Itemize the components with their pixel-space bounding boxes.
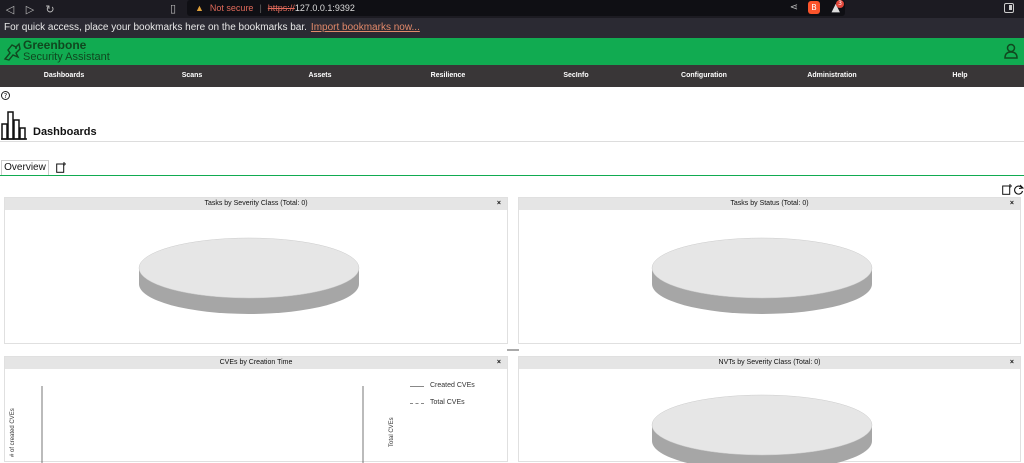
- pie-slice-empty: [651, 237, 873, 299]
- pie-chart: [651, 394, 873, 463]
- close-icon[interactable]: ×: [497, 198, 501, 210]
- panel-header[interactable]: CVEs by Creation Time ×: [5, 357, 507, 369]
- brand-subtitle: Security Assistant: [23, 51, 110, 63]
- panel-title: Tasks by Status (Total: 0): [730, 200, 809, 207]
- not-secure-label[interactable]: Not secure: [210, 3, 254, 13]
- panel-title: Tasks by Severity Class (Total: 0): [204, 200, 308, 207]
- bookmarks-message: For quick access, place your bookmarks h…: [4, 22, 307, 33]
- panel-nvts-by-severity: NVTs by Severity Class (Total: 0) ×: [518, 356, 1021, 463]
- panel-title: CVEs by Creation Time: [219, 359, 293, 366]
- menu-assets[interactable]: Assets: [256, 65, 384, 87]
- app-header: Greenbone Security Assistant: [0, 38, 1024, 65]
- dashboard-icon: [1, 111, 27, 140]
- greenbone-logo-icon[interactable]: [2, 41, 22, 62]
- brave-shield-icon[interactable]: B: [808, 1, 820, 14]
- forward-icon[interactable]: ▷: [20, 3, 40, 16]
- main-menu: Dashboards Scans Assets Resilience SecIn…: [0, 65, 1024, 87]
- address-bar[interactable]: ▲ Not secure | https:// 127.0.0.1:9392: [187, 0, 845, 16]
- page-title: Dashboards: [33, 126, 97, 138]
- y-axis-left-label: # of created CVEs: [10, 408, 16, 457]
- menu-scans[interactable]: Scans: [128, 65, 256, 87]
- reload-icon[interactable]: ↻: [40, 3, 60, 16]
- legend-created: Created CVEs: [430, 382, 475, 389]
- panel-header[interactable]: NVTs by Severity Class (Total: 0) ×: [519, 357, 1020, 369]
- panel-cves-by-creation-time: CVEs by Creation Time × # of created CVE…: [4, 356, 508, 463]
- url-separator: |: [259, 3, 262, 13]
- rewards-badge: 3: [836, 0, 844, 8]
- pie-slice-empty: [651, 394, 873, 456]
- menu-administration[interactable]: Administration: [768, 65, 896, 87]
- menu-dashboards[interactable]: Dashboards: [0, 65, 128, 87]
- legend-total: Total CVEs: [430, 399, 465, 406]
- resize-handle[interactable]: [507, 349, 519, 351]
- panel-header[interactable]: Tasks by Severity Class (Total: 0) ×: [5, 198, 507, 210]
- url-scheme: https://: [267, 3, 295, 13]
- new-dashboard-icon[interactable]: [56, 162, 66, 173]
- back-icon[interactable]: ◁: [0, 3, 20, 16]
- bookmarks-bar: For quick access, place your bookmarks h…: [0, 18, 1024, 38]
- user-icon[interactable]: [1004, 43, 1018, 59]
- import-bookmarks-link[interactable]: Import bookmarks now...: [311, 22, 420, 33]
- menu-help[interactable]: Help: [896, 65, 1024, 87]
- close-icon[interactable]: ×: [497, 357, 501, 369]
- panel-header[interactable]: Tasks by Status (Total: 0) ×: [519, 198, 1020, 210]
- y-axis-right-label: Total CVEs: [389, 417, 395, 447]
- warning-icon: ▲: [195, 3, 204, 13]
- help-icon[interactable]: ?: [1, 91, 10, 100]
- close-icon[interactable]: ×: [1010, 357, 1014, 369]
- reset-dashboard-icon[interactable]: [1014, 184, 1024, 195]
- tab-overview[interactable]: Overview: [1, 160, 49, 175]
- pie-slice-empty: [138, 237, 360, 299]
- menu-configuration[interactable]: Configuration: [640, 65, 768, 87]
- url-host: 127.0.0.1:9392: [294, 3, 355, 13]
- pie-chart: [651, 237, 873, 314]
- tab-divider: [0, 175, 1024, 176]
- add-display-icon[interactable]: [1002, 184, 1012, 195]
- menu-secinfo[interactable]: SecInfo: [512, 65, 640, 87]
- close-icon[interactable]: ×: [1010, 198, 1014, 210]
- panel-tasks-by-severity: Tasks by Severity Class (Total: 0) ×: [4, 197, 508, 344]
- panel-tasks-by-status: Tasks by Status (Total: 0) ×: [518, 197, 1021, 344]
- legend-line-created: [410, 386, 424, 387]
- title-divider: [0, 141, 1024, 142]
- panel-title: NVTs by Severity Class (Total: 0): [718, 359, 821, 366]
- legend-line-total: [410, 403, 424, 404]
- sidebar-toggle-icon[interactable]: [1004, 3, 1014, 13]
- bookmark-icon[interactable]: ▯: [170, 2, 176, 15]
- share-icon[interactable]: ⋖: [790, 2, 798, 13]
- menu-resilience[interactable]: Resilience: [384, 65, 512, 87]
- pie-chart: [138, 237, 360, 314]
